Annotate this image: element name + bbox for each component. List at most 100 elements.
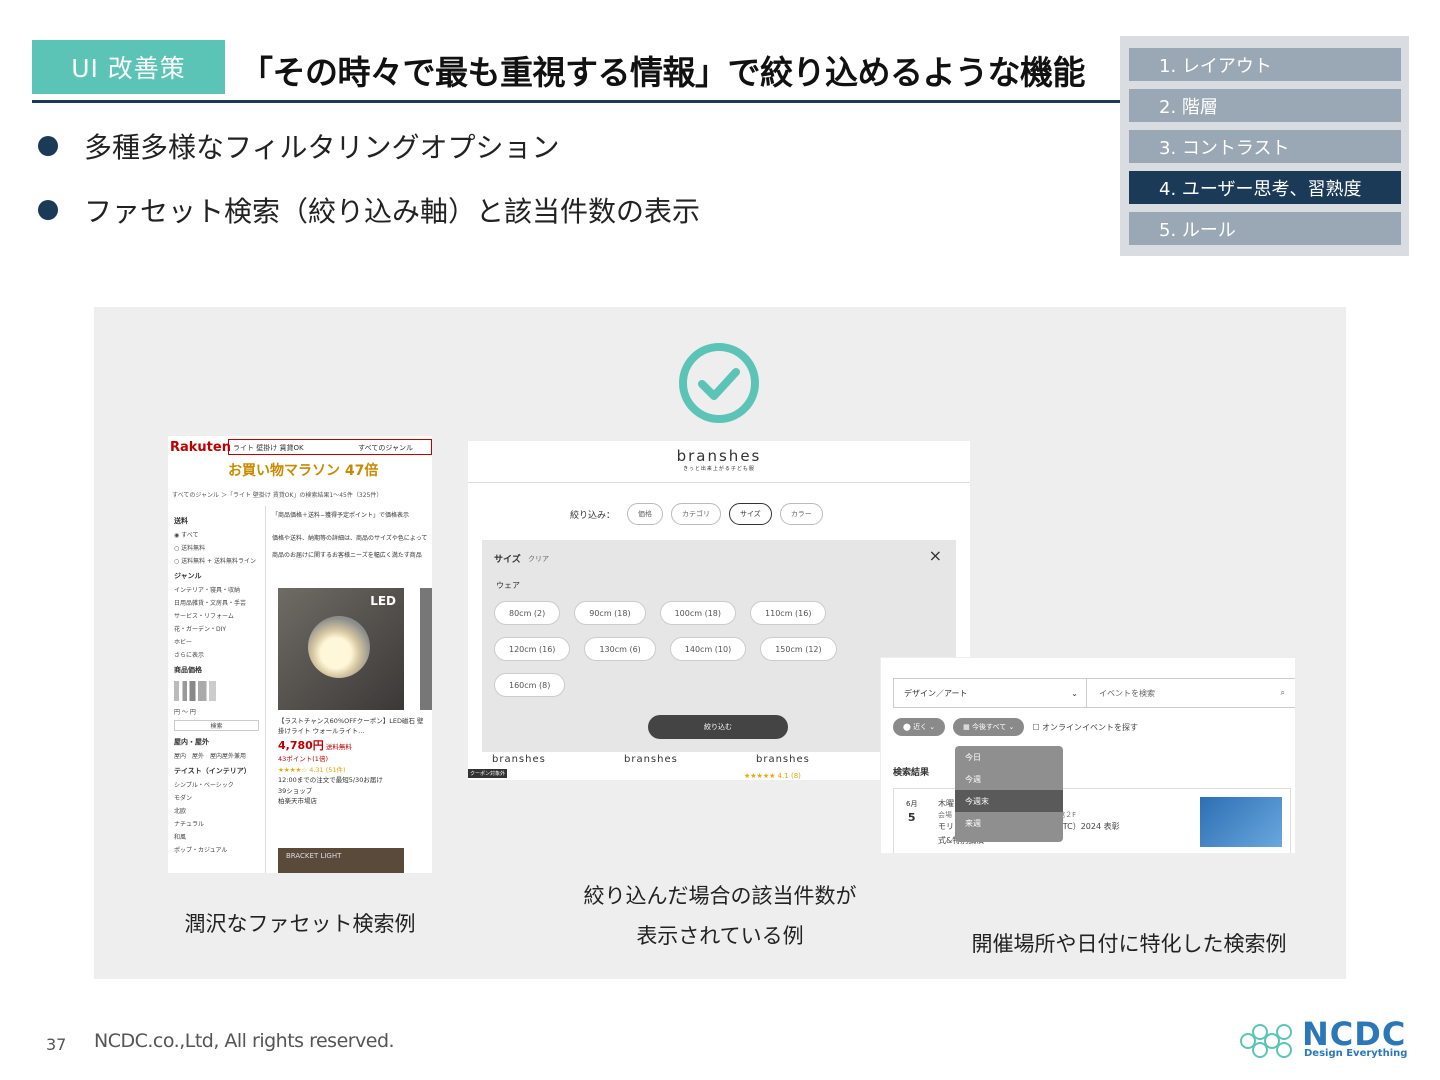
nav-item-user-thinking[interactable]: 4. ユーザー思考、習熟度 [1129,171,1401,204]
nav-item-layout[interactable]: 1. レイアウト [1129,48,1401,81]
coupon-badge: クーポン対象外 [468,769,508,778]
date-option: 今日 [965,752,981,762]
date-option-selected: 今週末 [955,790,1063,812]
facet-option: ◉ すべて [174,532,199,539]
category-value: デザイン／アート [904,688,968,698]
facet-heading: テイスト（インテリア） [174,767,251,775]
size-chip: 110cm (16) [750,601,827,625]
product-price: 4,780円 [278,738,324,752]
rakuten-banner: お買い物マラソン 47倍 [228,463,379,479]
rakuten-search-query: ライト 壁掛け 賃貸OK [233,444,304,452]
facet-option: シンプル・ベーシック [174,782,234,789]
led-label: LED [370,594,396,608]
facet-option: さらに表示 [174,652,205,659]
copyright: NCDC.co.,Ltd, All rights reserved. [94,1030,395,1052]
nav-item-hierarchy[interactable]: 2. 階層 [1129,89,1401,122]
facet-option: 日用品雑貨・文房具・手芸 [174,600,247,607]
bullet-text: ファセット検索（絞り込み軸）と該当件数の表示 [84,195,701,228]
facet-option: ナチュラル [174,821,205,828]
title-underline [32,100,1122,103]
bullet-item: ファセット検索（絞り込み軸）と該当件数の表示 [38,190,700,230]
rakuten-breadcrumb: すべてのジャンル ＞「ライト 壁掛け 賃貸OK」の検索結果1〜45件（325件） [172,492,383,499]
product-title: 【ラストチャンス60%OFFクーポン】LED磁石 壁掛けライト ウォールライト… [278,717,424,736]
date-option: 来週 [965,818,981,828]
event-search-box: デザイン／アート ⌄ イベントを検索 ⌕ [893,678,1295,708]
facet-option: 花・ガーデン・DIY [174,626,227,633]
calendar-icon: ▦ [963,723,972,731]
bullet-dot-icon [38,200,58,220]
date-dropdown-menu: 今日 今週 今週末 来週 [955,746,1063,842]
near-label: 近く [913,723,928,731]
product-brand: branshes [624,754,678,765]
branshes-tagline: きっと出来上がる子ども服 [683,466,755,472]
facet-option: サービス・リフォーム [174,613,234,620]
bullet-item: 多種多様なフィルタリングオプション [38,126,700,166]
facet-heading: 屋内・屋外 [174,738,209,746]
modal-clear: クリア [528,555,549,563]
section-nav: 1. レイアウト 2. 階層 3. コントラスト 4. ユーザー思考、習熟度 5… [1120,36,1409,256]
bullet-list: 多種多様なフィルタリングオプション ファセット検索（絞り込み軸）と該当件数の表示 [38,126,700,254]
rakuten-search-box: ライト 壁掛け 賃貸OK すべてのジャンル [228,439,432,455]
caption-count-line1: 絞り込んだ場合の該当件数が [583,884,857,908]
section-tag: UI 改善策 [32,40,225,94]
filter-bar: 絞り込み： 価格 カテゴリ サイズ カラー [570,503,823,525]
size-chip: 160cm (8) [494,673,566,697]
category-select: デザイン／アート ⌄ [894,679,1087,707]
page-number: 37 [46,1035,67,1054]
page-title: 「その時々で最も重視する情報」で絞り込めるような機能 [240,53,1086,92]
size-chip: 90cm (18) [574,601,646,625]
filter-label: 絞り込み： [570,510,616,521]
product-brand: branshes [492,754,546,765]
event-thumbnail [1200,797,1282,847]
product-image: BRACKET LIGHT [278,848,404,873]
search-icon: ⌕ [1280,687,1285,697]
shipping-note: 送料無料 [325,742,352,751]
nav-item-rules[interactable]: 5. ルール [1129,212,1401,245]
size-chip: 150cm (12) [760,637,837,661]
lamp-image [308,616,370,678]
delivery-note: 12:00までの注文で最短5/30お届け [278,776,383,785]
date-filter-pill: ▦ 今後すべて ⌄ [953,718,1025,736]
facet-option: 和風 [174,834,187,841]
event-filter-row: ⬤ 近く ⌄ ▦ 今後すべて ⌄ ☐ オンラインイベントを探す [893,718,1138,736]
check-circle-icon [679,343,759,423]
branshes-logo: branshes [676,447,762,465]
caption-count: 絞り込んだ場合の該当件数が 表示されている例 [560,877,880,957]
facet-heading: 送料 [174,517,188,525]
bullet-dot-icon [38,136,58,156]
filter-pill-color: カラー [779,503,823,525]
price-note: 「商品価格＋送料−獲得予定ポイント」で価格表示 [272,512,410,519]
facet-option: モダン [174,795,193,802]
facet-option: インテリア・寝具・収納 [174,587,241,594]
online-checkbox: ☐ オンラインイベントを探す [1032,722,1139,732]
price-histogram [174,681,234,701]
nav-item-contrast[interactable]: 3. コントラスト [1129,130,1401,163]
rakuten-logo: Rakuten [170,440,231,455]
product-rating: ★★★★★ 4.1 (8) [744,772,801,780]
facet-option: ○ 送料無料 + 送料無料ライン [174,558,256,565]
size-chip: 80cm (2) [494,601,561,625]
chevron-down-icon: ⌄ [1071,688,1078,698]
event-query: イベントを検索 ⌕ [1087,688,1295,699]
rakuten-screenshot: Rakuten ライト 壁掛け 賃貸OK すべてのジャンル お買い物マラソン 4… [168,436,432,873]
event-date: 6月 5 [906,799,917,826]
product-rating: ★★★★☆ 4.31 (51件) [278,765,346,774]
date-label: 今後すべて [972,723,1007,731]
product-info: 【ラストチャンス60%OFFクーポン】LED磁石 壁掛けライト ウォールライト…… [278,716,428,806]
size-chip: 130cm (6) [584,637,656,661]
close-icon: × [928,546,942,565]
filter-pill-size: サイズ [729,503,772,525]
size-chip: 100cm (18) [659,601,737,625]
facet-option: 屋内 屋外 屋内屋外兼用 [174,753,247,760]
size-chip: 140cm (10) [669,637,747,661]
info-note: 商品のお届けに関するお客様ニーズを幅広く満たす商品 [272,552,422,559]
size-chip: 120cm (16) [494,637,571,661]
modal-title: サイズ [494,555,521,565]
near-filter-pill: ⬤ 近く ⌄ [893,718,946,736]
facet-option: ポップ・カジュアル [174,847,228,854]
product-image: LED [278,588,404,710]
caption-location-date: 開催場所や日付に特化した検索例 [971,932,1287,956]
divider [468,482,970,483]
price-range: 円 〜 円 [174,709,196,716]
online-label: オンラインイベントを探す [1042,722,1139,732]
